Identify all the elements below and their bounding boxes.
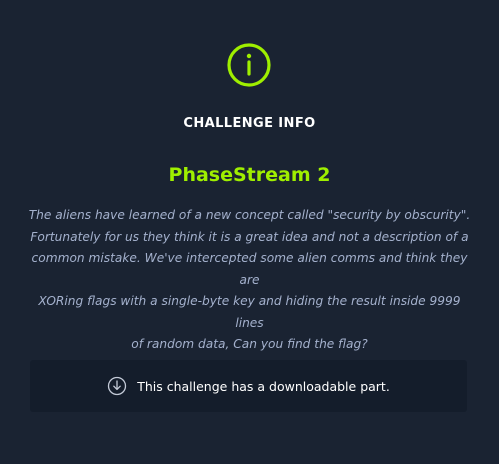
challenge-description: The aliens have learned of a new concept… [24,205,475,377]
description-line: common mistake. We've intercepted some a… [31,251,468,287]
challenge-name: PhaseStream 2 [168,164,331,186]
description-line: Fortunately for us they think it is a gr… [30,229,469,244]
challenge-info-panel: CHALLENGE INFO PhaseStream 2 The aliens … [0,0,499,464]
description-line: XORing flags with a single-byte key and … [38,294,461,330]
download-label: This challenge has a downloadable part. [137,378,390,394]
info-circle-icon [226,42,272,88]
page-title: CHALLENGE INFO [183,116,316,131]
description-line: The aliens have learned of a new concept… [28,208,471,222]
description-line: of random data, Can you find the flag? [131,337,368,351]
download-circle-icon [107,376,127,396]
download-button[interactable]: This challenge has a downloadable part. [30,360,467,412]
